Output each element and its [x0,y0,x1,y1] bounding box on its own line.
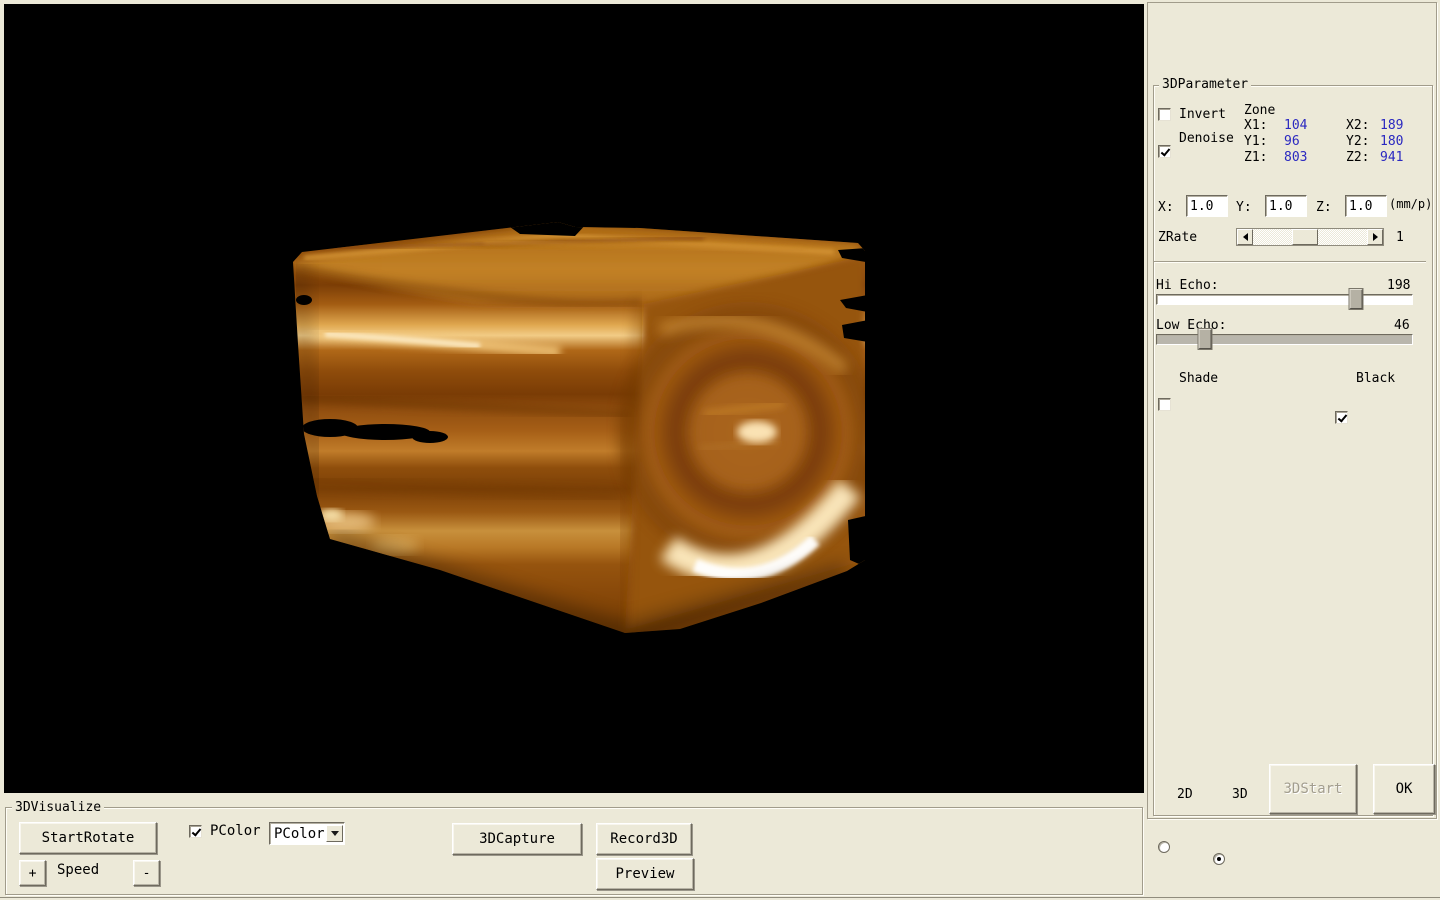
start-rotate-button[interactable]: StartRotate [19,822,157,854]
zone-x1-value: 104 [1284,118,1307,133]
visualize-groupbox-title: 3DVisualize [12,800,104,815]
invert-checkbox[interactable] [1158,108,1171,121]
black-checkbox[interactable] [1335,411,1348,424]
denoise-label: Denoise [1179,131,1234,146]
pcolor-dropdown-value: PColor [270,826,326,842]
arrow-right-icon [1373,233,1378,241]
record-button[interactable]: Record3D [596,823,692,855]
speed-plus-button[interactable]: + [19,860,46,886]
parameter-groupbox-title: 3DParameter [1159,77,1251,92]
capture-button[interactable]: 3DCapture [452,823,582,855]
scale-unit-label: (mm/p) [1389,197,1432,212]
volume-3d-render [4,4,1144,793]
black-label: Black [1356,371,1395,386]
ok-button[interactable]: OK [1373,764,1435,814]
scale-y-input[interactable] [1265,195,1307,217]
zrate-value: 1 [1396,230,1404,245]
zrate-scrollbar[interactable] [1236,228,1384,246]
zone-x2-label: X2: [1346,118,1369,133]
zone-x2-value: 189 [1380,118,1403,133]
window-bottom-border [0,897,1440,898]
parameter-panel: 3DParameter Invert Denoise Zone X1: 104 … [1147,2,1437,819]
speed-minus-button[interactable]: - [133,860,160,886]
scale-z-input[interactable] [1345,195,1387,217]
shade-label: Shade [1179,371,1218,386]
pcolor-dropdown-button[interactable] [326,825,343,842]
low-echo-slider-thumb[interactable] [1199,329,1212,349]
mode-3d-label: 3D [1232,787,1248,802]
hi-echo-slider[interactable] [1156,294,1413,305]
preview-button[interactable]: Preview [596,858,694,890]
hi-echo-label: Hi Echo: [1156,278,1219,293]
zone-y1-value: 96 [1284,134,1300,149]
shade-checkbox[interactable] [1158,398,1171,411]
low-echo-value: 46 [1394,318,1410,333]
zone-y2-label: Y2: [1346,134,1369,149]
mode-2d-label: 2D [1177,787,1193,802]
pcolor-dropdown[interactable]: PColor [269,822,345,845]
pcolor-label: PColor [210,824,261,839]
zrate-scroll-right-button[interactable] [1367,229,1383,245]
scale-z-label: Z: [1316,200,1332,215]
mode-3d-radio[interactable] [1213,853,1225,865]
zrate-scroll-left-button[interactable] [1237,229,1253,245]
pcolor-checkbox[interactable] [189,825,202,838]
low-echo-label: Low Echo: [1156,318,1226,333]
render-viewport[interactable] [4,4,1144,793]
zone-x1-label: X1: [1244,118,1267,133]
invert-label: Invert [1179,107,1226,122]
scale-x-label: X: [1158,200,1174,215]
scale-y-label: Y: [1236,200,1252,215]
zone-z1-label: Z1: [1244,150,1267,165]
zone-z1-value: 803 [1284,150,1307,165]
separator [1154,261,1426,263]
scale-x-input[interactable] [1186,195,1228,217]
zone-z2-label: Z2: [1346,150,1369,165]
zone-y1-label: Y1: [1244,134,1267,149]
hi-echo-slider-thumb[interactable] [1349,289,1362,309]
zrate-scroll-track[interactable] [1253,229,1367,245]
low-echo-slider[interactable] [1156,334,1413,345]
zone-label: Zone [1244,103,1275,118]
zone-y2-value: 180 [1380,134,1403,149]
chevron-down-icon [331,831,339,836]
speed-label: Speed [57,863,99,878]
arrow-left-icon [1243,233,1248,241]
start3d-button[interactable]: 3DStart [1269,764,1357,814]
zone-z2-value: 941 [1380,150,1403,165]
hi-echo-value: 198 [1387,278,1410,293]
denoise-checkbox[interactable] [1158,145,1171,158]
mode-2d-radio[interactable] [1158,841,1170,853]
zrate-scroll-thumb[interactable] [1292,229,1318,245]
zrate-label: ZRate [1158,230,1197,245]
